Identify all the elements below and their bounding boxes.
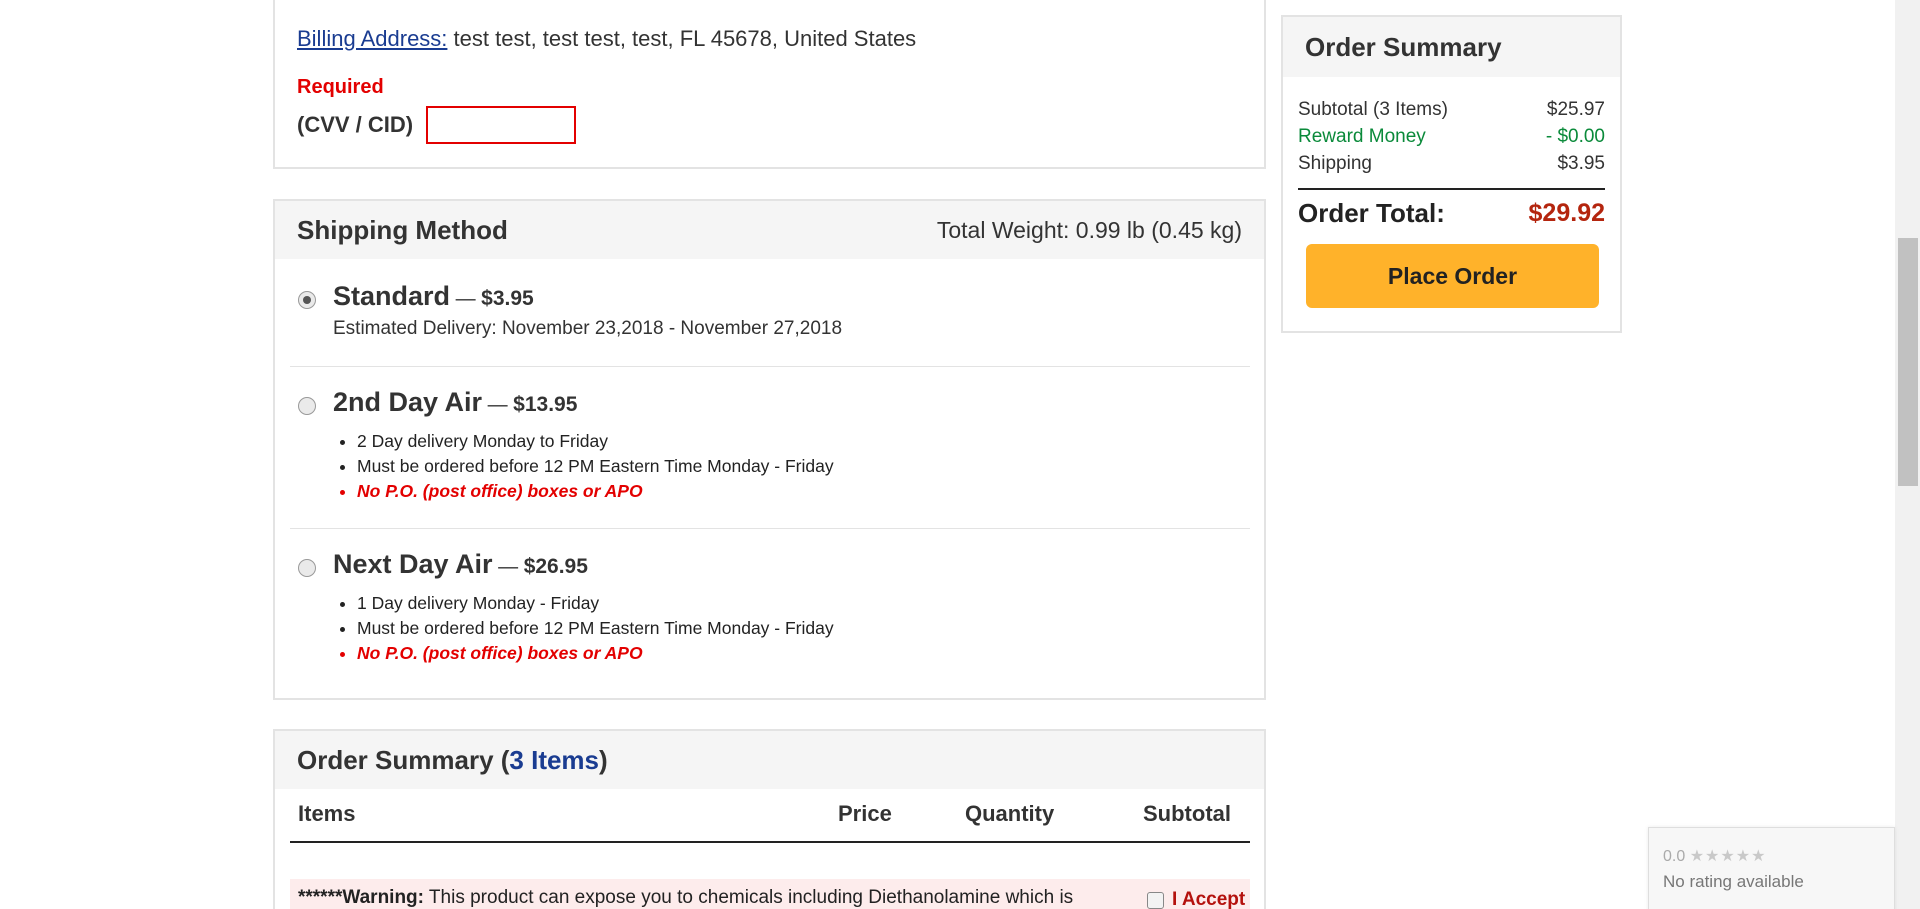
shipping-option-price: $26.95: [523, 555, 588, 578]
product-warning-text: ******Warning: This product can expose y…: [298, 887, 1073, 909]
shipping-option-title: 2nd Day Air — $13.95: [333, 387, 577, 418]
cvv-row: (CVV / CID): [297, 106, 577, 144]
order-summary-header: Order Summary: [1283, 17, 1620, 77]
shipping-divider: [290, 528, 1250, 529]
estimated-delivery: Estimated Delivery: November 23,2018 - N…: [333, 318, 843, 339]
summary-label: Shipping: [1298, 153, 1372, 174]
shipping-radio-next-day-air[interactable]: [298, 559, 316, 577]
shipping-option-name: Next Day Air: [333, 549, 493, 579]
shipping-option-title: Standard — $3.95: [333, 281, 534, 312]
order-total-value: $29.92: [1528, 199, 1605, 227]
product-warning-row: ******Warning: This product can expose y…: [290, 879, 1250, 909]
order-items-panel: Order Summary (3 Items) Items Price Quan…: [273, 729, 1266, 909]
accept-label: I Accept: [1172, 889, 1246, 909]
order-items-title: Order Summary (3 Items): [297, 745, 608, 776]
cvv-input[interactable]: [426, 106, 577, 144]
shipping-warning-item: No P.O. (post office) boxes or APO: [357, 641, 834, 666]
rating-score-row: 0.0 ★★★★★: [1663, 846, 1766, 866]
shipping-method-panel: Shipping Method Total Weight: 0.99 lb (0…: [273, 199, 1266, 700]
payment-panel: Billing Address: test test, test test, t…: [273, 0, 1266, 169]
order-summary-body: Subtotal (3 Items) $25.97 Reward Money -…: [1298, 99, 1605, 229]
summary-row-shipping: Shipping $3.95: [1298, 153, 1605, 180]
summary-row-reward-money: Reward Money - $0.00: [1298, 126, 1605, 153]
shipping-radio-2nd-day-air[interactable]: [298, 397, 316, 415]
order-items-title-prefix: Order Summary (: [297, 744, 510, 775]
shipping-option-name: Standard: [333, 281, 451, 311]
shipping-option-dash: —: [450, 288, 482, 310]
shipping-method-header: Shipping Method Total Weight: 0.99 lb (0…: [275, 201, 1264, 259]
shipping-option-price: $3.95: [481, 287, 534, 310]
shipping-divider: [290, 366, 1250, 367]
shipping-detail-item: 1 Day delivery Monday - Friday: [357, 591, 834, 616]
cvv-label: (CVV / CID): [297, 112, 414, 137]
shipping-option-next-day-air[interactable]: Next Day Air — $26.95 1 Day delivery Mon…: [290, 549, 1250, 679]
shipping-option-details: 1 Day delivery Monday - Friday Must be o…: [333, 591, 834, 666]
order-items-title-suffix: ): [599, 744, 608, 775]
shipping-detail-item: Must be ordered before 12 PM Eastern Tim…: [357, 454, 834, 479]
shipping-option-name: 2nd Day Air: [333, 387, 483, 417]
summary-value: $25.97: [1546, 99, 1605, 120]
order-summary-panel: Order Summary Subtotal (3 Items) $25.97 …: [1281, 15, 1622, 333]
order-summary-title: Order Summary: [1305, 31, 1502, 62]
accept-checkbox[interactable]: [1147, 891, 1164, 909]
accept-warning-toggle[interactable]: I Accept: [1147, 889, 1245, 909]
summary-row-subtotal: Subtotal (3 Items) $25.97: [1298, 99, 1605, 126]
items-table-header: Items Price Quantity Subtotal: [290, 801, 1250, 843]
shipping-radio-standard[interactable]: [298, 291, 316, 309]
billing-address-link[interactable]: Billing Address:: [297, 26, 447, 51]
column-header-items: Items: [298, 801, 356, 826]
billing-address-line: Billing Address: test test, test test, t…: [297, 26, 916, 52]
warning-label: Warning:: [342, 887, 424, 908]
shipping-option-2nd-day-air[interactable]: 2nd Day Air — $13.95 2 Day delivery Mond…: [290, 387, 1250, 517]
shipping-option-details: 2 Day delivery Monday to Friday Must be …: [333, 429, 834, 504]
column-header-subtotal: Subtotal: [1143, 801, 1231, 826]
shipping-warning-item: No P.O. (post office) boxes or APO: [357, 479, 834, 504]
shipping-detail-item: Must be ordered before 12 PM Eastern Tim…: [357, 616, 834, 641]
warning-prefix: ******: [298, 887, 343, 908]
summary-label: Reward Money: [1298, 126, 1426, 147]
rating-score: 0.0: [1663, 848, 1686, 865]
billing-address-text: test test, test test, test, FL 45678, Un…: [447, 26, 917, 51]
checkout-page: Billing Address: test test, test test, t…: [0, 0, 1920, 909]
rating-widget[interactable]: 0.0 ★★★★★ No rating available: [1648, 827, 1895, 909]
shipping-option-title: Next Day Air — $26.95: [333, 549, 588, 580]
place-order-button[interactable]: Place Order: [1306, 244, 1599, 308]
column-header-price: Price: [838, 801, 892, 826]
order-total-row: Order Total: $29.92: [1298, 198, 1605, 229]
column-header-quantity: Quantity: [965, 801, 1055, 826]
summary-value: $3.95: [1557, 153, 1605, 174]
total-weight: Total Weight: 0.99 lb (0.45 kg): [936, 216, 1242, 243]
summary-divider: [1298, 188, 1605, 190]
order-items-count: 3 Items: [509, 744, 600, 775]
rating-status-text: No rating available: [1663, 872, 1804, 891]
cvv-required-label: Required: [297, 76, 384, 98]
page-scrollbar-thumb[interactable]: [1898, 238, 1918, 486]
order-total-label: Order Total:: [1298, 198, 1445, 228]
summary-value: - $0.00: [1545, 126, 1605, 147]
shipping-method-title: Shipping Method: [297, 214, 508, 245]
shipping-option-dash: —: [482, 394, 514, 416]
warning-message: This product can expose you to chemicals…: [424, 887, 1074, 908]
summary-label: Subtotal (3 Items): [1298, 99, 1448, 120]
shipping-detail-item: 2 Day delivery Monday to Friday: [357, 429, 834, 454]
order-items-header: Order Summary (3 Items): [275, 731, 1264, 789]
shipping-option-price: $13.95: [513, 393, 578, 416]
star-rating-icon: ★★★★★: [1689, 848, 1767, 865]
shipping-option-dash: —: [492, 556, 524, 578]
